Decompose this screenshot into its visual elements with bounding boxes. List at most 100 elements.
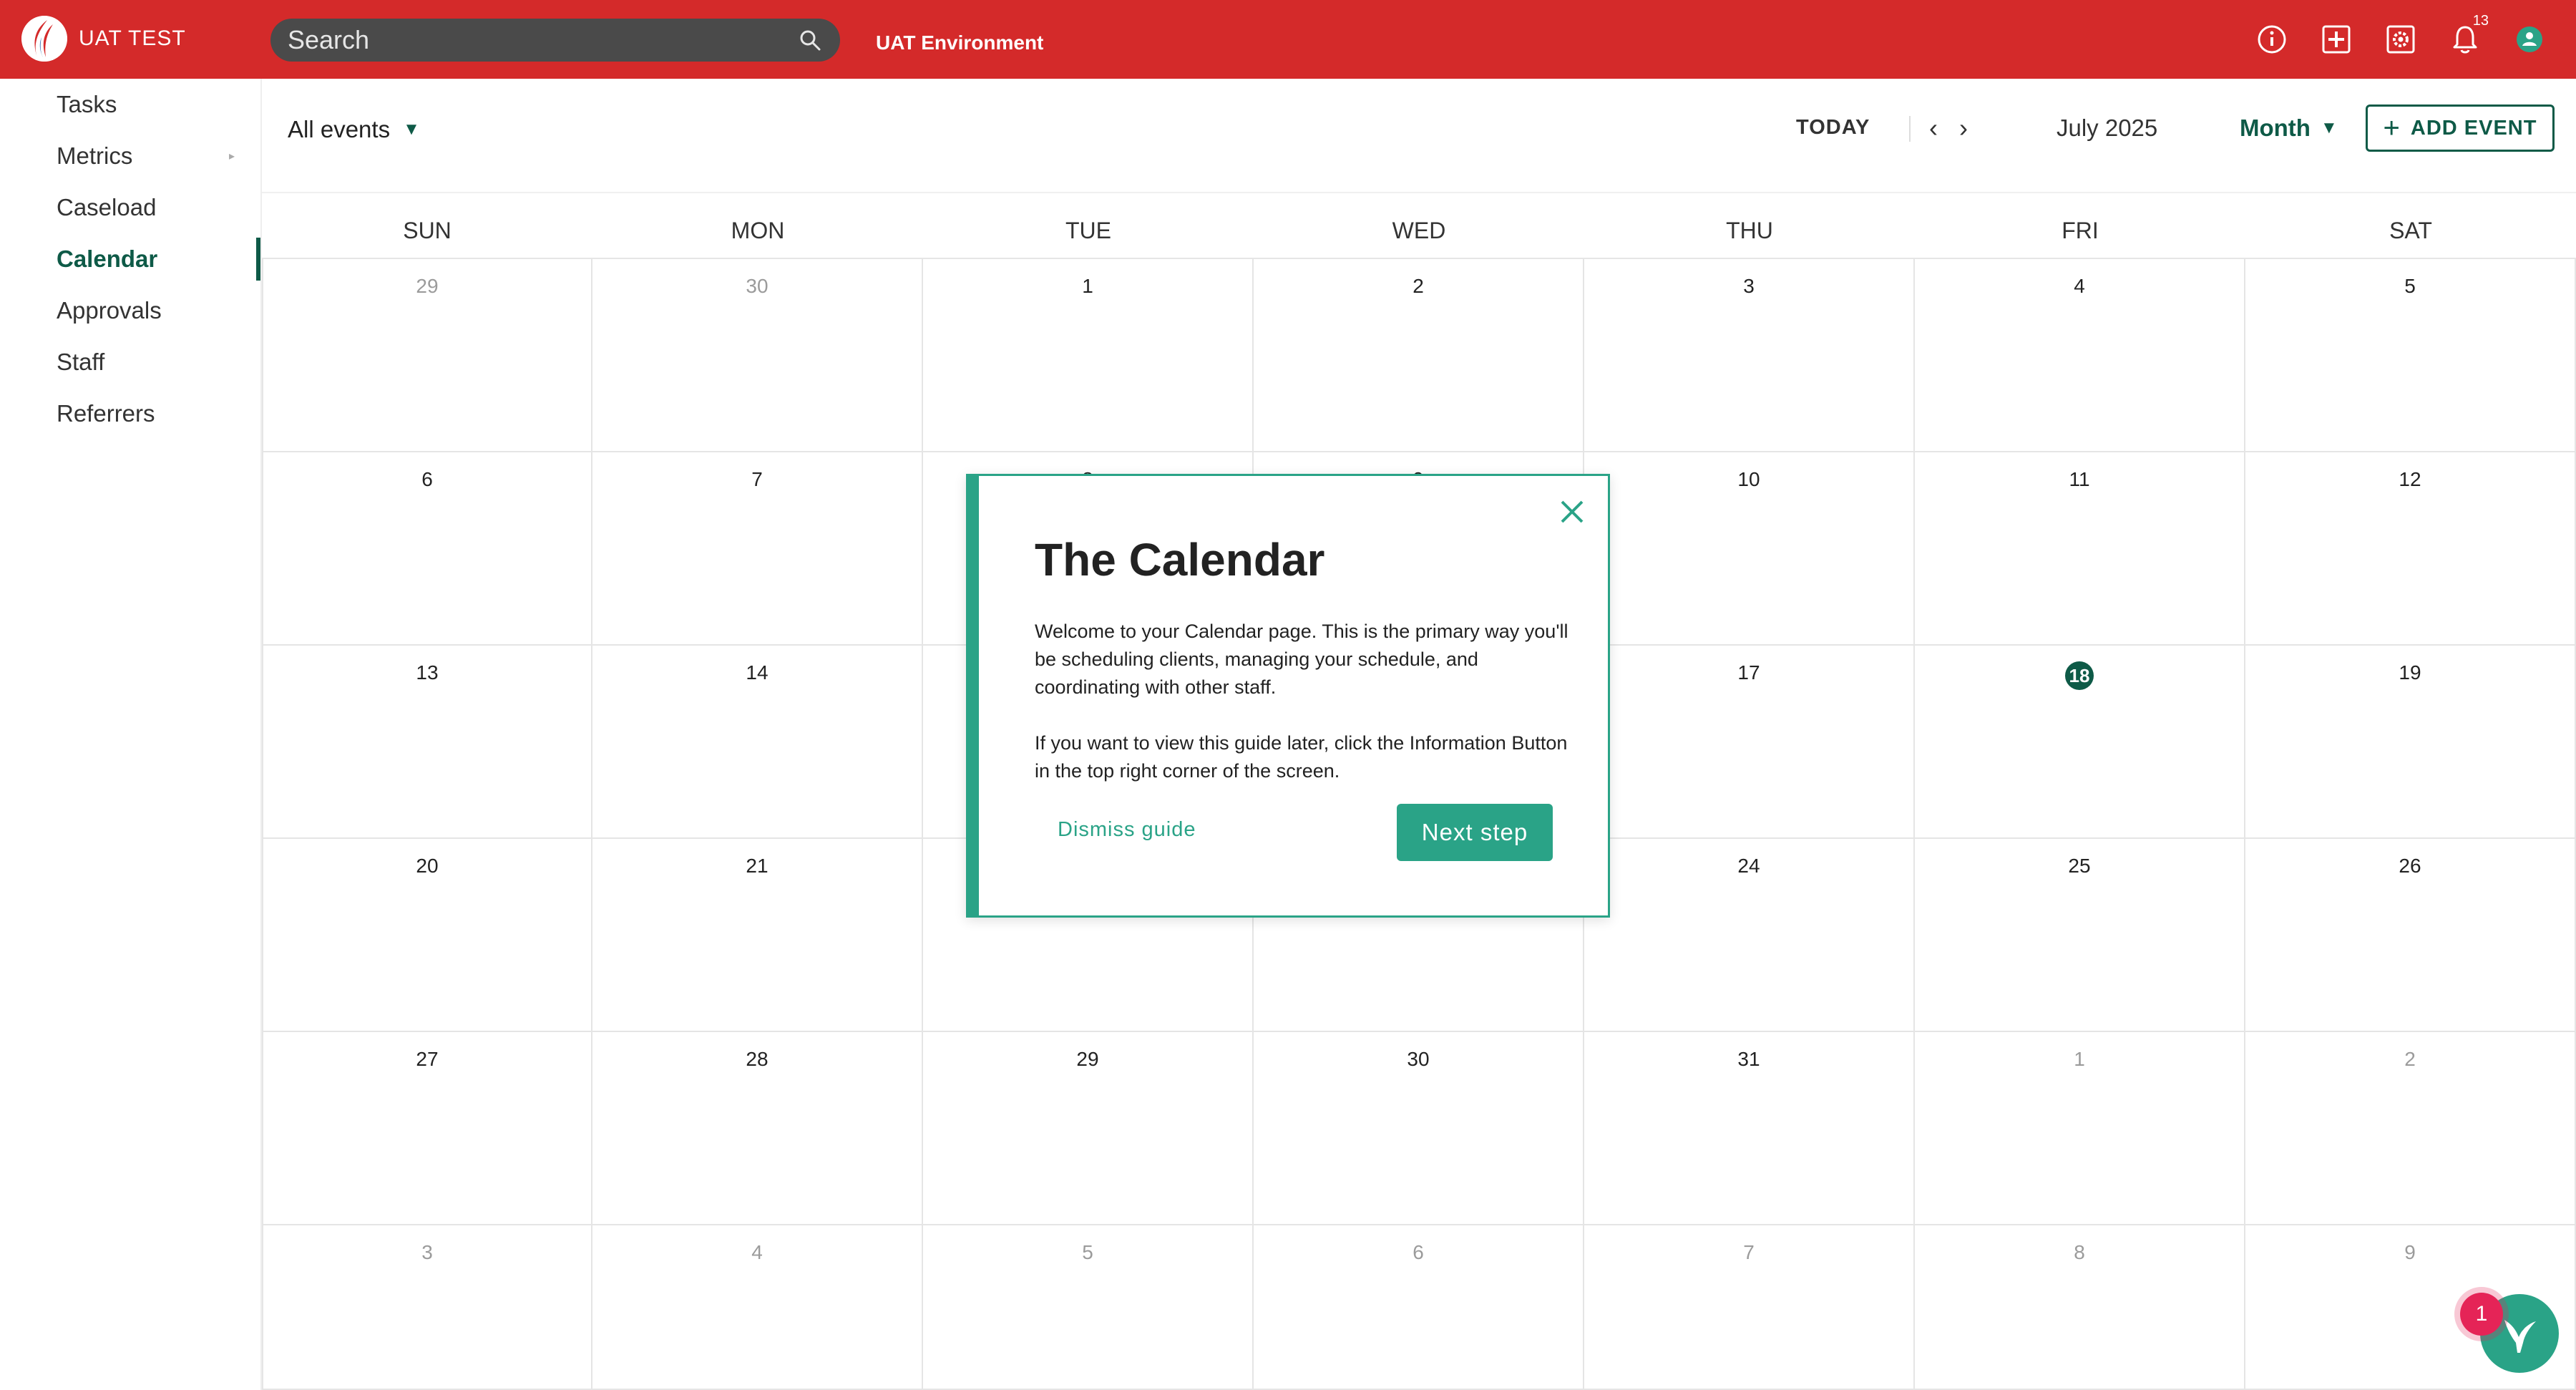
chevron-right-icon[interactable]: › bbox=[1959, 113, 1968, 143]
event-filter-dropdown[interactable]: All events ▼ bbox=[288, 116, 420, 143]
day-number: 29 bbox=[416, 275, 439, 297]
notification-count: 13 bbox=[2472, 13, 2489, 29]
calendar-day-cell[interactable]: 20 bbox=[262, 839, 592, 1032]
notifications-button[interactable]: 13 bbox=[2447, 13, 2489, 57]
calendar-day-cell[interactable]: 5 bbox=[923, 1225, 1254, 1390]
top-bar: UAT TEST UAT Environment bbox=[0, 0, 2576, 79]
calendar-day-cell[interactable]: 29 bbox=[262, 259, 592, 452]
calendar-day-cell[interactable]: 17 bbox=[1584, 646, 1915, 839]
today-button[interactable]: TODAY bbox=[1796, 116, 1870, 140]
search-input[interactable] bbox=[288, 25, 797, 55]
calendar-day-cell[interactable]: 21 bbox=[592, 839, 923, 1032]
calendar-day-cell[interactable]: 7 bbox=[1584, 1225, 1915, 1390]
weekday-label: FRI bbox=[2062, 218, 2099, 243]
calendar-day-cell[interactable]: 14 bbox=[592, 646, 923, 839]
calendar-day-cell[interactable]: 11 bbox=[1915, 452, 2245, 646]
weekday-label: MON bbox=[731, 218, 785, 243]
user-menu-button[interactable] bbox=[2512, 21, 2547, 57]
calendar-day-cell[interactable]: 2 bbox=[2245, 1032, 2576, 1225]
calendar-day-cell[interactable]: 7 bbox=[592, 452, 923, 646]
settings-button[interactable] bbox=[2383, 21, 2419, 57]
calendar-day-cell[interactable]: 4 bbox=[592, 1225, 923, 1390]
sidebar-item-staff[interactable]: Staff bbox=[0, 336, 260, 388]
chevron-left-icon[interactable]: ‹ bbox=[1929, 113, 1938, 143]
calendar-day-cell[interactable]: 30 bbox=[1254, 1032, 1584, 1225]
day-number: 7 bbox=[751, 468, 763, 490]
weekday-label: TUE bbox=[1065, 218, 1111, 243]
brand[interactable]: UAT TEST bbox=[21, 16, 186, 62]
calendar-day-cell[interactable]: 24 bbox=[1584, 839, 1915, 1032]
info-button[interactable] bbox=[2254, 21, 2290, 57]
caret-down-icon: ▼ bbox=[403, 120, 420, 139]
calendar-day-cell[interactable]: 3 bbox=[262, 1225, 592, 1390]
add-event-button[interactable]: + ADD EVENT bbox=[2366, 105, 2555, 152]
search-icon[interactable] bbox=[797, 27, 823, 53]
calendar-day-cell[interactable]: 2 bbox=[1254, 259, 1584, 452]
sidebar-item-metrics[interactable]: Metrics ▸ bbox=[0, 130, 260, 182]
day-number: 5 bbox=[2404, 275, 2416, 297]
brand-name: UAT TEST bbox=[79, 26, 186, 50]
search-bar[interactable] bbox=[270, 19, 840, 62]
day-number: 5 bbox=[1082, 1241, 1093, 1263]
calendar-toolbar: All events ▼ TODAY ‹ › July 2025 Month ▼… bbox=[262, 79, 2576, 193]
day-number: 30 bbox=[746, 275, 769, 297]
toolbar-divider bbox=[1909, 116, 1911, 142]
day-number: 20 bbox=[416, 855, 439, 877]
weekday-label: SUN bbox=[403, 218, 452, 243]
day-number: 4 bbox=[751, 1241, 763, 1263]
sidebar-item-label: Staff bbox=[57, 349, 105, 375]
calendar-day-cell[interactable]: 29 bbox=[923, 1032, 1254, 1225]
calendar-day-cell[interactable]: 1 bbox=[923, 259, 1254, 452]
add-button[interactable] bbox=[2318, 21, 2354, 57]
day-number: 18 bbox=[2065, 661, 2094, 690]
calendar-day-cell[interactable]: 8 bbox=[1915, 1225, 2245, 1390]
calendar-day-cell[interactable]: 1 bbox=[1915, 1032, 2245, 1225]
calendar-day-cell[interactable]: 10 bbox=[1584, 452, 1915, 646]
calendar-day-cell[interactable]: 25 bbox=[1915, 839, 2245, 1032]
close-icon[interactable] bbox=[1558, 497, 1586, 526]
guide-paragraph: Welcome to your Calendar page. This is t… bbox=[1035, 621, 1568, 698]
dismiss-guide-link[interactable]: Dismiss guide bbox=[1058, 818, 1196, 842]
sidebar-item-label: Approvals bbox=[57, 297, 162, 324]
calendar-day-cell[interactable]: 27 bbox=[262, 1032, 592, 1225]
calendar-day-cell[interactable]: 30 bbox=[592, 259, 923, 452]
header-actions: 13 bbox=[2225, 13, 2547, 57]
calendar-day-cell[interactable]: 19 bbox=[2245, 646, 2576, 839]
calendar-day-cell[interactable]: 4 bbox=[1915, 259, 2245, 452]
sidebar-item-calendar[interactable]: Calendar bbox=[0, 233, 260, 285]
caret-down-icon: ▼ bbox=[2320, 118, 2338, 137]
settings-gear-icon bbox=[2386, 25, 2415, 54]
environment-label: UAT Environment bbox=[876, 31, 1044, 54]
day-number: 12 bbox=[2399, 468, 2421, 490]
weekday-header: SUN MON TUE WED THU FRI SAT bbox=[262, 208, 2576, 259]
next-step-button[interactable]: Next step bbox=[1397, 804, 1553, 861]
plus-icon: + bbox=[2383, 112, 2401, 144]
calendar-day-cell[interactable]: 12 bbox=[2245, 452, 2576, 646]
day-number: 4 bbox=[2074, 275, 2085, 297]
sidebar-item-approvals[interactable]: Approvals bbox=[0, 285, 260, 336]
day-number: 9 bbox=[2404, 1241, 2416, 1263]
view-mode-dropdown[interactable]: Month ▼ bbox=[2240, 115, 2338, 142]
info-icon bbox=[2258, 25, 2286, 54]
sidebar-item-caseload[interactable]: Caseload bbox=[0, 182, 260, 233]
calendar-day-cell[interactable]: 5 bbox=[2245, 259, 2576, 452]
calendar-day-cell[interactable]: 31 bbox=[1584, 1032, 1915, 1225]
guide-paragraph: If you want to view this guide later, cl… bbox=[1035, 732, 1568, 782]
calendar-day-cell[interactable]: 13 bbox=[262, 646, 592, 839]
calendar-day-cell-today[interactable]: 18 bbox=[1915, 646, 2245, 839]
calendar-day-cell[interactable]: 6 bbox=[262, 452, 592, 646]
sidebar-item-referrers[interactable]: Referrers bbox=[0, 388, 260, 439]
view-mode-label: Month bbox=[2240, 115, 2311, 141]
sidebar-item-label: Tasks bbox=[57, 91, 117, 117]
calendar-day-cell[interactable]: 6 bbox=[1254, 1225, 1584, 1390]
calendar-day-cell[interactable]: 26 bbox=[2245, 839, 2576, 1032]
day-number: 14 bbox=[746, 661, 769, 684]
day-number: 31 bbox=[1737, 1048, 1760, 1070]
calendar-day-cell[interactable]: 28 bbox=[592, 1032, 923, 1225]
current-month-label: July 2025 bbox=[2057, 115, 2158, 141]
weekday-label: WED bbox=[1392, 218, 1446, 243]
day-number: 13 bbox=[416, 661, 439, 684]
calendar-day-cell[interactable]: 3 bbox=[1584, 259, 1915, 452]
day-number: 2 bbox=[2404, 1048, 2416, 1070]
sidebar-item-tasks[interactable]: Tasks bbox=[0, 79, 260, 130]
